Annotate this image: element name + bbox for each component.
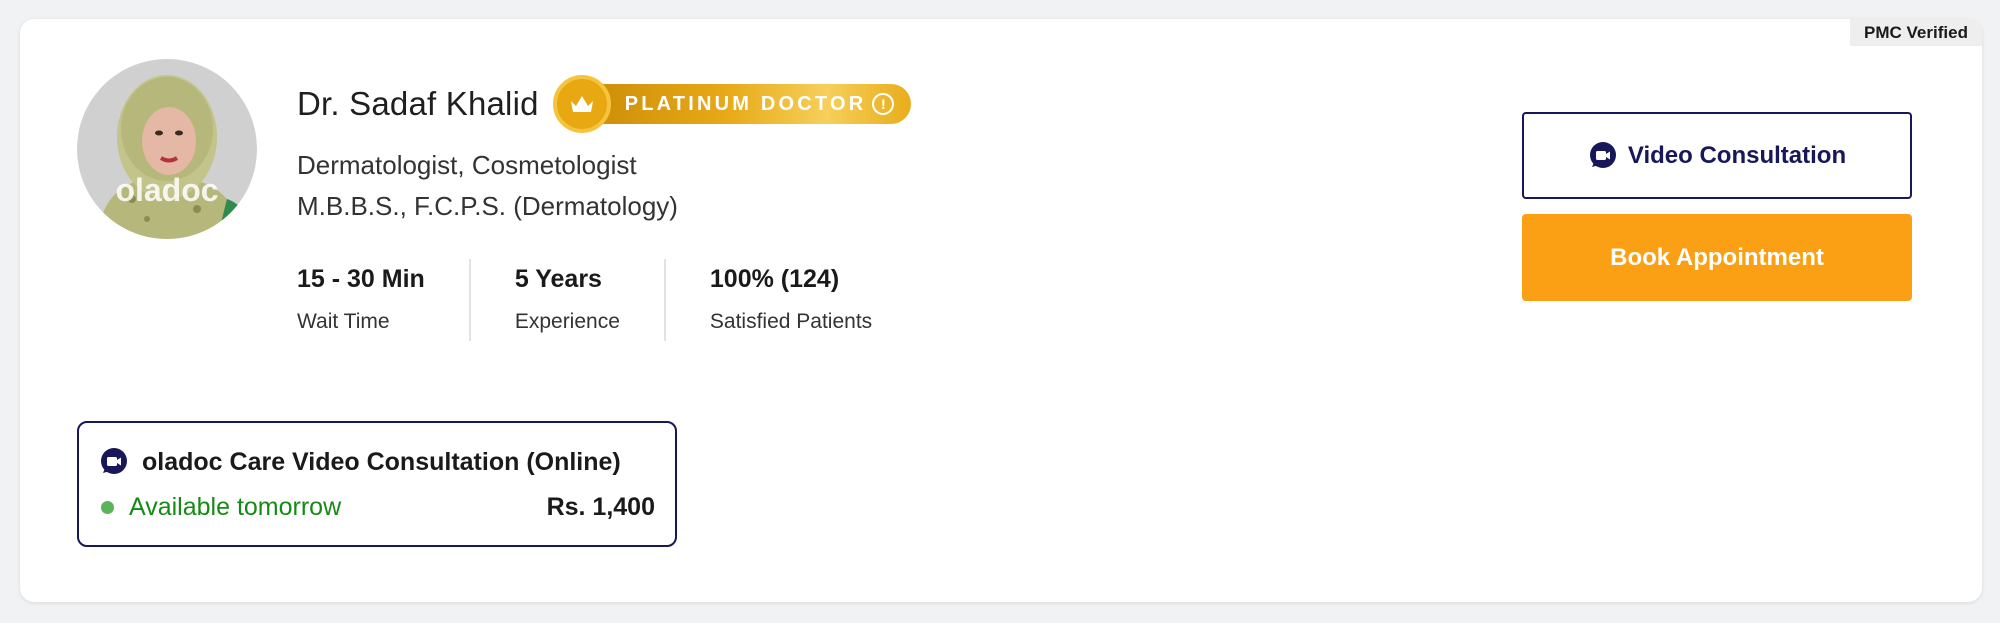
specialty: Dermatologist, Cosmetologist	[297, 150, 637, 180]
stat-label: Satisfied Patients	[709, 310, 873, 333]
availability-dot	[101, 501, 114, 514]
stat-value: 15 - 30 Min	[297, 265, 425, 293]
consultation-title-row: oladoc Care Video Consultation (Online)	[99, 447, 621, 477]
availability-text: Available tomorrow	[129, 493, 342, 521]
availability: Available tomorrow	[101, 493, 341, 522]
stat-label: Wait Time	[297, 310, 390, 333]
pmc-verified-badge: PMC Verified	[1850, 19, 1982, 46]
crown-icon	[552, 75, 611, 133]
video-consultation-button[interactable]: Video Consultation	[1522, 112, 1912, 199]
stat-label: Experience	[514, 310, 620, 333]
avatar[interactable]: oladoc	[77, 59, 257, 239]
consultation-option[interactable]: oladoc Care Video Consultation (Online) …	[77, 421, 677, 547]
degrees: M.B.B.S., F.C.P.S. (Dermatology)	[297, 191, 678, 221]
stat-experience: 5 Years Experience	[468, 259, 664, 341]
book-appointment-button[interactable]: Book Appointment	[1522, 214, 1912, 301]
doctor-name: Dr. Sadaf Khalid	[297, 85, 539, 122]
stat-value: 5 Years	[514, 265, 602, 293]
avatar-watermark: oladoc	[115, 172, 218, 208]
consultation-title: oladoc Care Video Consultation (Online)	[142, 447, 621, 476]
stat-value: 100% (124)	[709, 265, 840, 293]
stat-satisfied-patients: 100% (124) Satisfied Patients	[663, 259, 916, 341]
stats-row: 15 - 30 Min Wait Time 5 Years Experience…	[297, 259, 916, 341]
platinum-badge[interactable]: PLATINUM DOCTOR !	[552, 75, 911, 133]
video-chat-icon	[1588, 141, 1618, 171]
platinum-label: PLATINUM DOCTOR	[624, 92, 867, 115]
consultation-price: Rs. 1,400	[546, 493, 655, 521]
name-row: Dr. Sadaf Khalid PLATINUM DOCTOR !	[297, 75, 911, 133]
book-appointment-label: Book Appointment	[1610, 243, 1824, 271]
stat-wait-time: 15 - 30 Min Wait Time	[297, 259, 469, 341]
video-chat-icon	[99, 447, 129, 477]
doctor-card: PMC Verified oladoc Dr. Sadaf Khalid PLA…	[20, 19, 1982, 602]
video-consultation-label: Video Consultation	[1627, 141, 1847, 169]
